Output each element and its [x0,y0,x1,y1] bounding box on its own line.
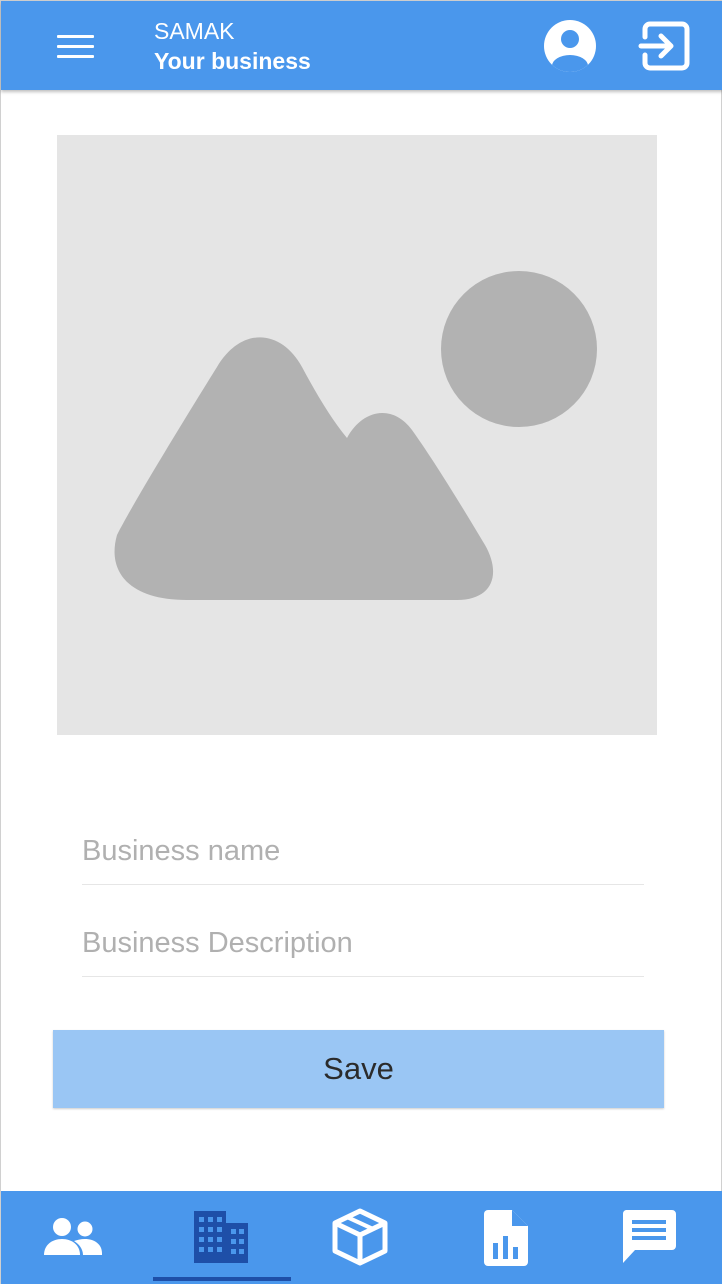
bottom-nav [1,1191,722,1284]
nav-item-reports[interactable] [437,1191,575,1283]
message-icon [622,1210,676,1263]
people-icon [44,1218,102,1255]
app-bar: SAMAK Your business [1,1,722,90]
nav-item-people[interactable] [3,1191,141,1283]
logout-icon [638,21,690,71]
building-icon [194,1211,248,1263]
business-image-upload[interactable] [57,135,657,735]
nav-item-products[interactable] [291,1191,429,1283]
account-circle-icon [544,20,596,72]
image-placeholder-icon [114,271,597,600]
save-button[interactable]: Save [53,1030,664,1108]
account-button[interactable] [542,18,598,74]
package-icon [332,1208,388,1266]
report-chart-icon [484,1210,528,1266]
logout-button[interactable] [637,19,693,73]
business-description-input[interactable] [82,927,644,960]
nav-item-messages[interactable] [581,1191,719,1283]
app-name: SAMAK [154,18,235,44]
menu-button[interactable] [51,23,101,69]
page-title: Your business [154,48,311,74]
business-description-field [82,907,644,977]
app-screen: SAMAK Your business Business name Busine… [0,0,722,1284]
title-block: SAMAK Your business [154,17,311,77]
nav-item-business[interactable] [153,1191,291,1283]
business-name-input[interactable] [82,835,644,868]
business-name-field [82,815,644,885]
